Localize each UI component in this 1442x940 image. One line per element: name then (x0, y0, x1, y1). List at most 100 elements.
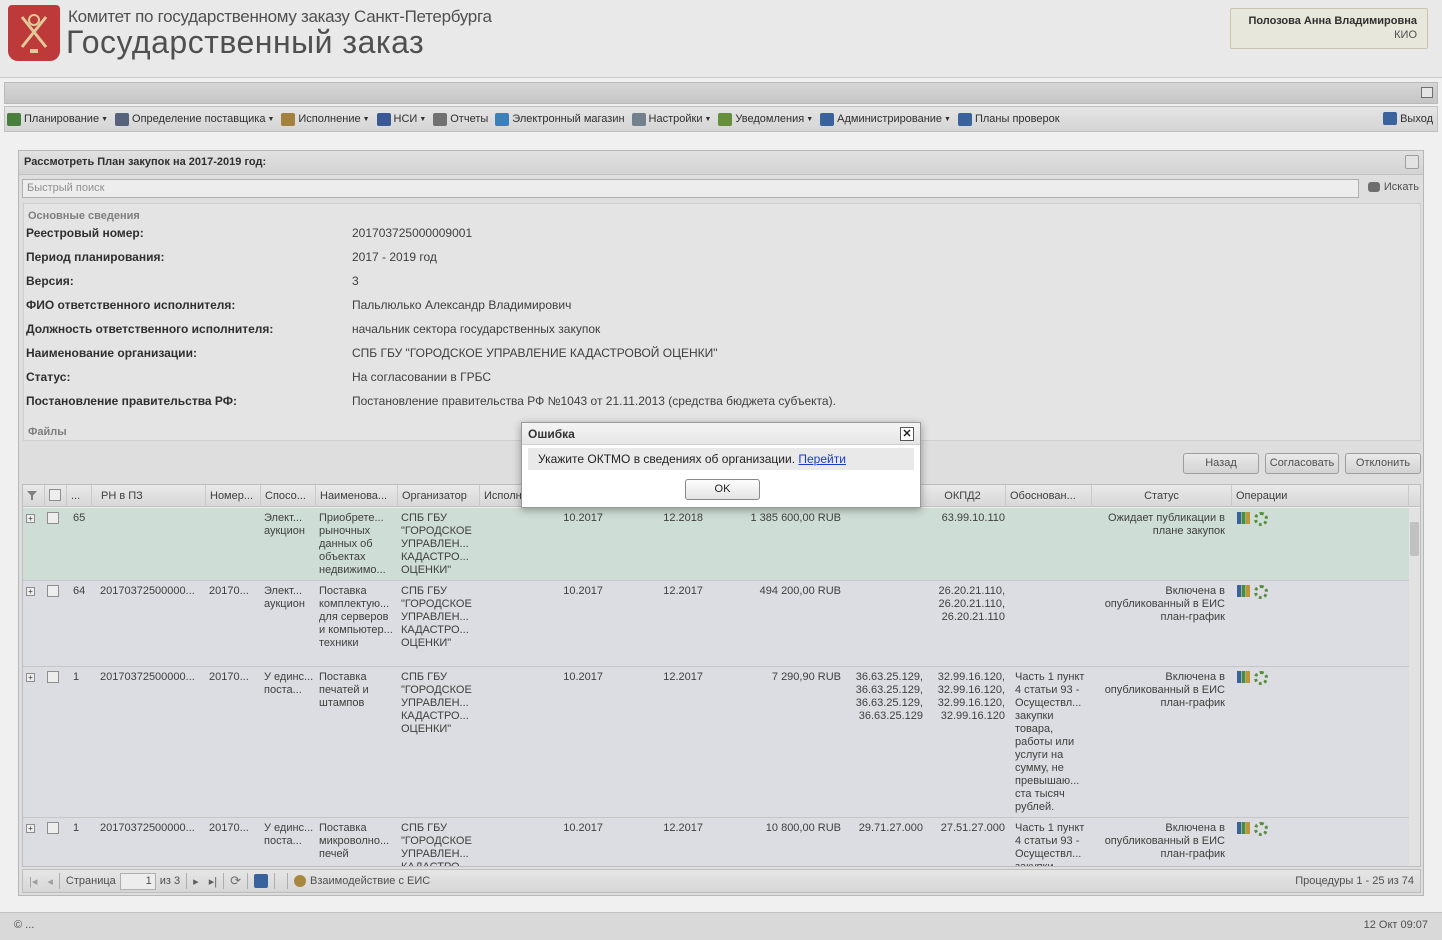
table-row[interactable]: +65 Элект... аукцион Приобрете... рыночных… (23, 508, 1409, 581)
scroll-thumb[interactable] (1410, 522, 1419, 556)
column-header-3[interactable]: Спосо... (261, 485, 316, 507)
expand-row-icon[interactable]: + (26, 514, 35, 523)
gear-icon[interactable] (1254, 822, 1268, 836)
menu-item-3[interactable]: НСИ ▼ (376, 112, 427, 126)
cell-okpd2: 32.99.16.120, 32.99.16.120, 32.99.16.120… (937, 671, 1005, 722)
exit-icon (1383, 112, 1398, 125)
info-label: Версия: (26, 274, 74, 288)
procedures-grid: ... РН в ПЗ Номер... Спосо... Наименова... Ор… (22, 484, 1421, 867)
menu-item-1[interactable]: Определение поставщика ▼ (115, 112, 274, 126)
menu-item-label: Исполнение (298, 113, 361, 125)
column-header-0[interactable]: ... (67, 485, 92, 507)
gear-icon[interactable] (1254, 512, 1268, 526)
menu-item-4[interactable]: Отчеты (433, 112, 488, 126)
collapse-icon[interactable] (1421, 87, 1433, 98)
column-header-2[interactable]: Номер... (206, 485, 261, 507)
row-checkbox[interactable] (47, 512, 59, 524)
expand-row-icon[interactable]: + (26, 673, 35, 682)
pager-separator (246, 873, 248, 889)
row-operations (1237, 671, 1268, 685)
info-label: ФИО ответственного исполнителя: (26, 298, 236, 312)
refresh-icon[interactable]: ⟳ (230, 873, 241, 889)
page-of-label: из 3 (159, 875, 181, 887)
cell-end: 12.2017 (663, 585, 703, 597)
menu-item-6[interactable]: Настройки ▼ (631, 112, 711, 126)
info-row: Постановление правительства РФ: Постановл… (26, 394, 1326, 414)
prev-page-icon[interactable]: ◂ (47, 875, 53, 888)
user-box[interactable]: Полозова Анна Владимировна КИО (1230, 8, 1428, 49)
column-header-1[interactable]: РН в ПЗ (97, 485, 206, 507)
menu-item-8[interactable]: Администрирование ▼ (820, 112, 951, 126)
select-all-checkbox-cell[interactable] (45, 485, 67, 507)
dropdown-arrow-icon: ▼ (419, 115, 427, 123)
column-header-8[interactable]: Обоснован... (1006, 485, 1092, 507)
expand-row-icon[interactable]: + (26, 824, 35, 833)
refresh-panel-icon[interactable] (1405, 155, 1419, 169)
gear-icon[interactable] (1254, 585, 1268, 599)
dropdown-arrow-icon: ▼ (944, 115, 951, 123)
approve-button[interactable]: Согласовать (1265, 453, 1339, 474)
clear-filter-icon[interactable] (23, 485, 45, 507)
spb-logo-icon (8, 5, 60, 61)
cell-end: 12.2017 (663, 822, 703, 834)
goto-link[interactable]: Перейти (798, 452, 846, 466)
menu-item-7[interactable]: Уведомления ▼ (718, 112, 813, 126)
row-checkbox[interactable] (47, 585, 59, 597)
dialog-message: Укажите ОКТМО в сведениях об организации… (538, 452, 796, 466)
footer-copyright: © ... (14, 919, 35, 931)
chart-icon[interactable] (1237, 671, 1250, 683)
column-header-10[interactable]: Операции (1232, 485, 1409, 507)
cell-nomer: 20170... (209, 822, 249, 834)
back-button[interactable]: Назад (1183, 453, 1259, 474)
column-header-4[interactable]: Наименова... (316, 485, 398, 507)
cell-method: У единс... поста... (264, 671, 314, 696)
menu-item-0[interactable]: Планирование ▼ (7, 112, 108, 126)
pager-separator (223, 873, 225, 889)
info-value: 2017 - 2019 год (352, 250, 437, 264)
gear-icon[interactable] (1254, 671, 1268, 685)
column-header-5[interactable]: Организатор (398, 485, 480, 507)
eis-interaction-button[interactable]: Взаимодействие с ЕИС (310, 875, 430, 887)
menu-item-9[interactable]: Планы проверок (957, 112, 1060, 126)
cell-num: 1 (73, 671, 80, 683)
next-page-icon[interactable]: ▸ (193, 875, 199, 888)
planning-icon (7, 112, 21, 126)
row-operations (1237, 585, 1268, 599)
notification-icon (718, 112, 733, 126)
cell-start: 10.2017 (563, 671, 603, 683)
chart-icon[interactable] (1237, 585, 1250, 597)
page-number-input[interactable]: 1 (119, 872, 156, 890)
reject-button[interactable]: Отклонить (1345, 453, 1421, 474)
menu-item-2[interactable]: Исполнение ▼ (281, 112, 370, 126)
table-row[interactable]: +1 20170372500000... 20170... У единс... по… (23, 667, 1409, 818)
ok-button[interactable]: OK (685, 479, 760, 500)
cell-okpd2: 27.51.27.000 (940, 822, 1005, 834)
info-row: Должность ответственного исполнителя: нач… (26, 322, 1326, 342)
panel-title: Рассмотреть План закупок на 2017-2019 го… (19, 151, 1423, 175)
cell-nomer: 20170... (209, 671, 249, 683)
table-row[interactable]: +1 20170372500000... 20170... У единс... по… (23, 818, 1409, 866)
table-row[interactable]: +64 20170372500000... 20170... Элект... аук… (23, 581, 1409, 667)
expand-row-icon[interactable]: + (26, 587, 35, 596)
info-label: Реестровый номер: (26, 226, 144, 240)
exit-button[interactable]: Выход (1383, 112, 1433, 125)
first-page-icon[interactable]: |◂ (29, 875, 37, 888)
row-checkbox[interactable] (47, 822, 59, 834)
row-checkbox[interactable] (47, 671, 59, 683)
column-header-7[interactable]: ОКПД2 (920, 485, 1006, 507)
menu-item-5[interactable]: Электронный магазин (495, 112, 625, 126)
column-header-9[interactable]: Статус (1092, 485, 1232, 507)
cell-okpd: 36.63.25.129, 36.63.25.129, 36.63.25.129… (855, 671, 923, 722)
book-icon (376, 112, 391, 126)
save-icon[interactable] (253, 874, 268, 888)
search-button[interactable]: Искать (1367, 181, 1419, 193)
close-icon[interactable]: ✕ (900, 427, 914, 441)
chart-icon[interactable] (1237, 512, 1250, 524)
chart-icon[interactable] (1237, 822, 1250, 834)
menu-item-label: Администрирование (837, 113, 943, 125)
last-page-icon[interactable]: ▸| (209, 875, 217, 888)
info-row: Наименование организации: СПБ ГБУ "ГОРОДС… (26, 346, 1326, 366)
cell-num: 64 (73, 585, 86, 597)
cell-sum: 7 290,90 RUB (771, 671, 841, 683)
quick-search-input[interactable]: Быстрый поиск (22, 179, 1359, 198)
